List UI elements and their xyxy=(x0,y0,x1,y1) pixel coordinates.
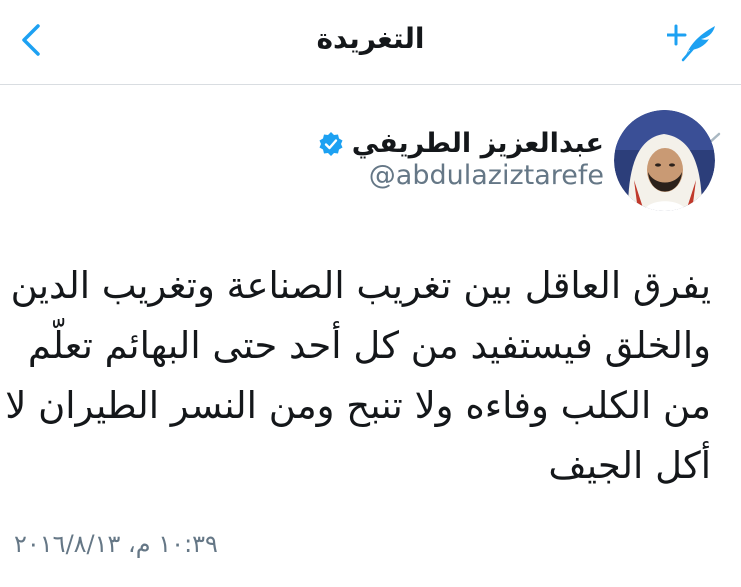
tweet-text-line: من الكلب وفاءه ولا تنبح ومن النسر الطيرا… xyxy=(5,384,711,427)
author-name-row: عبدالعزيز الطريفي xyxy=(318,128,604,159)
avatar-image xyxy=(614,110,715,211)
tweet-text-line: أكل الجيف xyxy=(548,444,711,487)
tweet-text-line: والخلق فيستفيد من كل أحد حتى البهائم تعل… xyxy=(27,324,711,367)
tweet-text: يفرق العاقل بين تغريب الصناعة وتغريب الد… xyxy=(5,256,711,496)
avatar[interactable] xyxy=(614,110,715,211)
verified-badge-icon xyxy=(319,131,343,156)
author-handle[interactable]: @abdulaziztarefe xyxy=(369,160,604,191)
compose-tweet-icon xyxy=(665,24,715,62)
author-name[interactable]: عبدالعزيز الطريفي xyxy=(352,128,604,159)
tweet-timestamp: ١٠:٣٩ م، ٢٠١٦/٨/١٣ xyxy=(14,530,218,558)
compose-tweet-button[interactable] xyxy=(665,18,719,62)
tweet-text-line: يفرق العاقل بين تغريب الصناعة وتغريب الد… xyxy=(10,264,711,307)
page-title: التغريدة xyxy=(316,22,425,55)
navigation-bar: التغريدة xyxy=(0,0,741,85)
